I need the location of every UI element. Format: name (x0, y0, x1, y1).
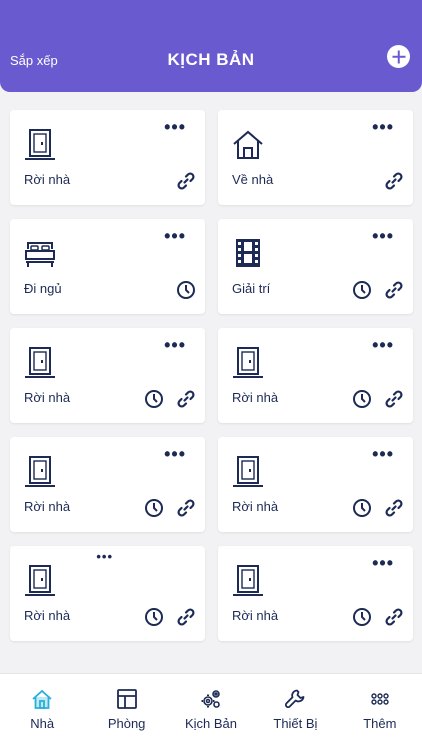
scene-label: Rời nhà (24, 499, 71, 514)
link-icon[interactable] (384, 498, 404, 523)
clock-icon[interactable] (352, 607, 372, 632)
tab-grid-dots[interactable]: Thêm (338, 674, 422, 750)
link-icon[interactable] (176, 607, 196, 632)
tab-label: Nhà (30, 716, 55, 731)
scene-actions (176, 280, 196, 305)
link-icon[interactable] (384, 280, 404, 305)
tab-label: Thêm (363, 716, 397, 731)
page-title: KỊCH BẢN (167, 50, 255, 69)
scene-card[interactable]: ••• Rời nhà (218, 328, 413, 423)
house-icon (232, 128, 264, 162)
scene-card[interactable]: ••• Rời nhà (218, 437, 413, 532)
more-options-button[interactable]: ••• (372, 227, 394, 245)
link-icon[interactable] (384, 389, 404, 414)
scene-label: Rời nhà (232, 499, 279, 514)
link-icon[interactable] (176, 498, 196, 523)
scene-actions (352, 280, 404, 305)
more-options-button[interactable]: ••• (372, 118, 394, 136)
tab-label: Kịch Bản (184, 716, 238, 731)
scene-actions (144, 389, 196, 414)
scene-actions (144, 498, 196, 523)
more-options-button[interactable]: ••• (164, 336, 186, 354)
scene-label: Rời nhà (232, 608, 279, 623)
door-icon (24, 564, 56, 598)
clock-icon[interactable] (352, 498, 372, 523)
scene-card[interactable]: ••• Đi ngủ (10, 219, 205, 314)
link-icon[interactable] (176, 389, 196, 414)
clock-icon[interactable] (352, 280, 372, 305)
scene-card[interactable]: ••• Giải trí (218, 219, 413, 314)
clock-icon[interactable] (144, 607, 164, 632)
tab-home[interactable]: Nhà (0, 674, 84, 750)
clock-icon[interactable] (176, 280, 196, 305)
scene-label: Rời nhà (232, 390, 279, 405)
door-icon (232, 346, 264, 380)
more-options-button[interactable]: ••• (372, 445, 394, 463)
app-header: Sắp xếp KỊCH BẢN (0, 0, 422, 92)
link-icon[interactable] (384, 607, 404, 632)
scene-label: Giải trí (232, 281, 271, 296)
scene-actions (384, 171, 404, 196)
clock-icon[interactable] (144, 389, 164, 414)
more-options-button[interactable]: ••• (372, 554, 394, 572)
door-icon (232, 564, 264, 598)
film-icon (232, 237, 264, 271)
scene-card[interactable]: ••• Về nhà (218, 110, 413, 205)
tab-wrench[interactable]: Thiết Bị (253, 674, 337, 750)
bottom-tab-bar: Nhà Phòng Kịch Bản Thiết Bị Thêm (0, 673, 422, 750)
scene-actions (352, 607, 404, 632)
door-icon (232, 455, 264, 489)
scene-actions (144, 607, 196, 632)
scene-card[interactable]: ••• Rời nhà (10, 437, 205, 532)
link-icon[interactable] (384, 171, 404, 196)
scene-actions (176, 171, 196, 196)
clock-icon[interactable] (352, 389, 372, 414)
door-icon (24, 346, 56, 380)
scene-actions (352, 389, 404, 414)
door-icon (24, 455, 56, 489)
scene-label: Về nhà (232, 172, 274, 187)
scene-grid: ••• Rời nhà ••• Về nhà ••• Đi ngủ ••• Giải trí •… (10, 110, 413, 641)
more-options-button[interactable]: ••• (96, 550, 113, 563)
link-icon[interactable] (176, 171, 196, 196)
scene-card[interactable]: ••• Rời nhà (10, 328, 205, 423)
scene-card[interactable]: ••• Rời nhà (218, 546, 413, 641)
more-options-button[interactable]: ••• (164, 227, 186, 245)
bed-icon (24, 237, 56, 271)
scene-label: Đi ngủ (24, 281, 62, 296)
tab-label: Phòng (107, 716, 146, 731)
scene-label: Rời nhà (24, 608, 71, 623)
clock-icon[interactable] (144, 498, 164, 523)
scene-card[interactable]: ••• Rời nhà (10, 110, 205, 205)
door-icon (24, 128, 56, 162)
scene-card[interactable]: ••• Rời nhà (10, 546, 205, 641)
more-options-button[interactable]: ••• (164, 118, 186, 136)
add-scene-button[interactable] (387, 45, 410, 68)
tab-room[interactable]: Phòng (84, 674, 168, 750)
scene-label: Rời nhà (24, 390, 71, 405)
tab-label: Thiết Bị (273, 716, 318, 731)
scene-label: Rời nhà (24, 172, 71, 187)
tab-gears[interactable]: Kịch Bản (169, 674, 253, 750)
more-options-button[interactable]: ••• (164, 445, 186, 463)
scene-actions (352, 498, 404, 523)
more-options-button[interactable]: ••• (372, 336, 394, 354)
